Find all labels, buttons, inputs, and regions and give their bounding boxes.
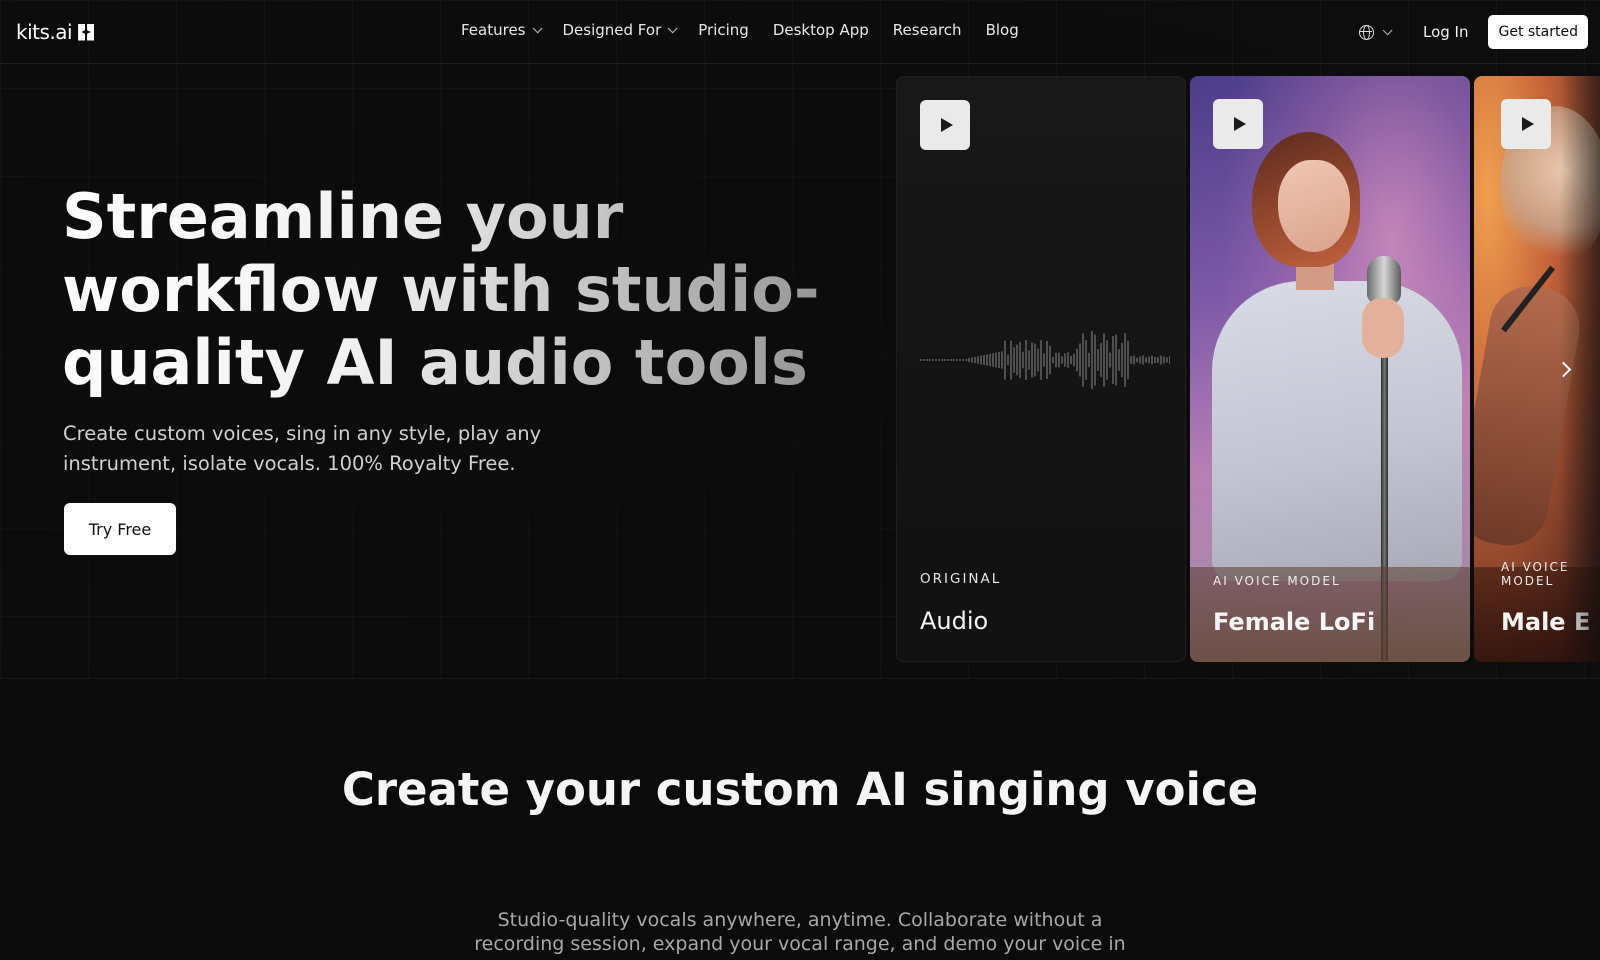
- chevron-right-icon: [1555, 361, 1571, 377]
- play-button[interactable]: [1501, 99, 1551, 149]
- nav-item-designed-for[interactable]: Designed For: [562, 21, 678, 39]
- card-name: Female LoFi: [1213, 608, 1376, 636]
- chevron-down-icon: [667, 22, 678, 33]
- voice-card-female-lofi: AI VOICE MODEL Female LoFi: [1190, 76, 1470, 662]
- nav-item-label: Features: [461, 21, 526, 39]
- section-subtitle: Studio-quality vocals anywhere, anytime.…: [474, 909, 1126, 955]
- hero-divider: [0, 678, 1600, 679]
- language-selector[interactable]: [1358, 24, 1393, 40]
- nav-item-label: Blog: [985, 21, 1019, 39]
- logo-text: kits.ai: [16, 20, 73, 44]
- carousel-next-button[interactable]: [1554, 354, 1578, 384]
- nav-item-research[interactable]: Research: [893, 21, 962, 39]
- logo[interactable]: kits.ai: [16, 20, 95, 44]
- nav-item-label: Research: [892, 21, 962, 39]
- card-label: AI VOICE MODEL: [1213, 574, 1341, 588]
- nav-item-label: Desktop App: [772, 21, 869, 39]
- try-free-button[interactable]: Try Free: [64, 503, 176, 555]
- top-nav: kits.ai Features Designed For Pricing De…: [0, 0, 1600, 64]
- get-started-button[interactable]: Get started: [1488, 15, 1588, 49]
- section-title: Create your custom AI singing voice: [341, 763, 1259, 816]
- play-button[interactable]: [920, 100, 970, 150]
- nav-item-label: Designed For: [562, 21, 662, 39]
- globe-icon: [1358, 24, 1374, 40]
- logo-mark-icon: [78, 23, 95, 41]
- nav-links: Features Designed For Pricing Desktop Ap…: [461, 21, 1019, 39]
- card-name: Audio: [920, 607, 989, 635]
- play-button[interactable]: [1213, 99, 1263, 149]
- voice-card-original: ORIGINAL Audio: [896, 76, 1186, 662]
- hero-title: Streamline your workflow with studio-qua…: [62, 180, 852, 399]
- hero-subtitle: Create custom voices, sing in any style,…: [63, 422, 542, 475]
- nav-right: Log In Get started: [1358, 15, 1588, 49]
- nav-item-desktop-app[interactable]: Desktop App: [773, 21, 869, 39]
- waveform-graphic: [920, 331, 1170, 389]
- nav-item-blog[interactable]: Blog: [986, 21, 1019, 39]
- nav-item-pricing[interactable]: Pricing: [698, 21, 749, 39]
- nav-item-label: Pricing: [698, 21, 749, 39]
- card-label: ORIGINAL: [920, 571, 1002, 587]
- login-link[interactable]: Log In: [1423, 23, 1469, 41]
- chevron-down-icon: [1382, 24, 1393, 35]
- chevron-down-icon: [532, 22, 543, 33]
- nav-item-features[interactable]: Features: [461, 21, 543, 39]
